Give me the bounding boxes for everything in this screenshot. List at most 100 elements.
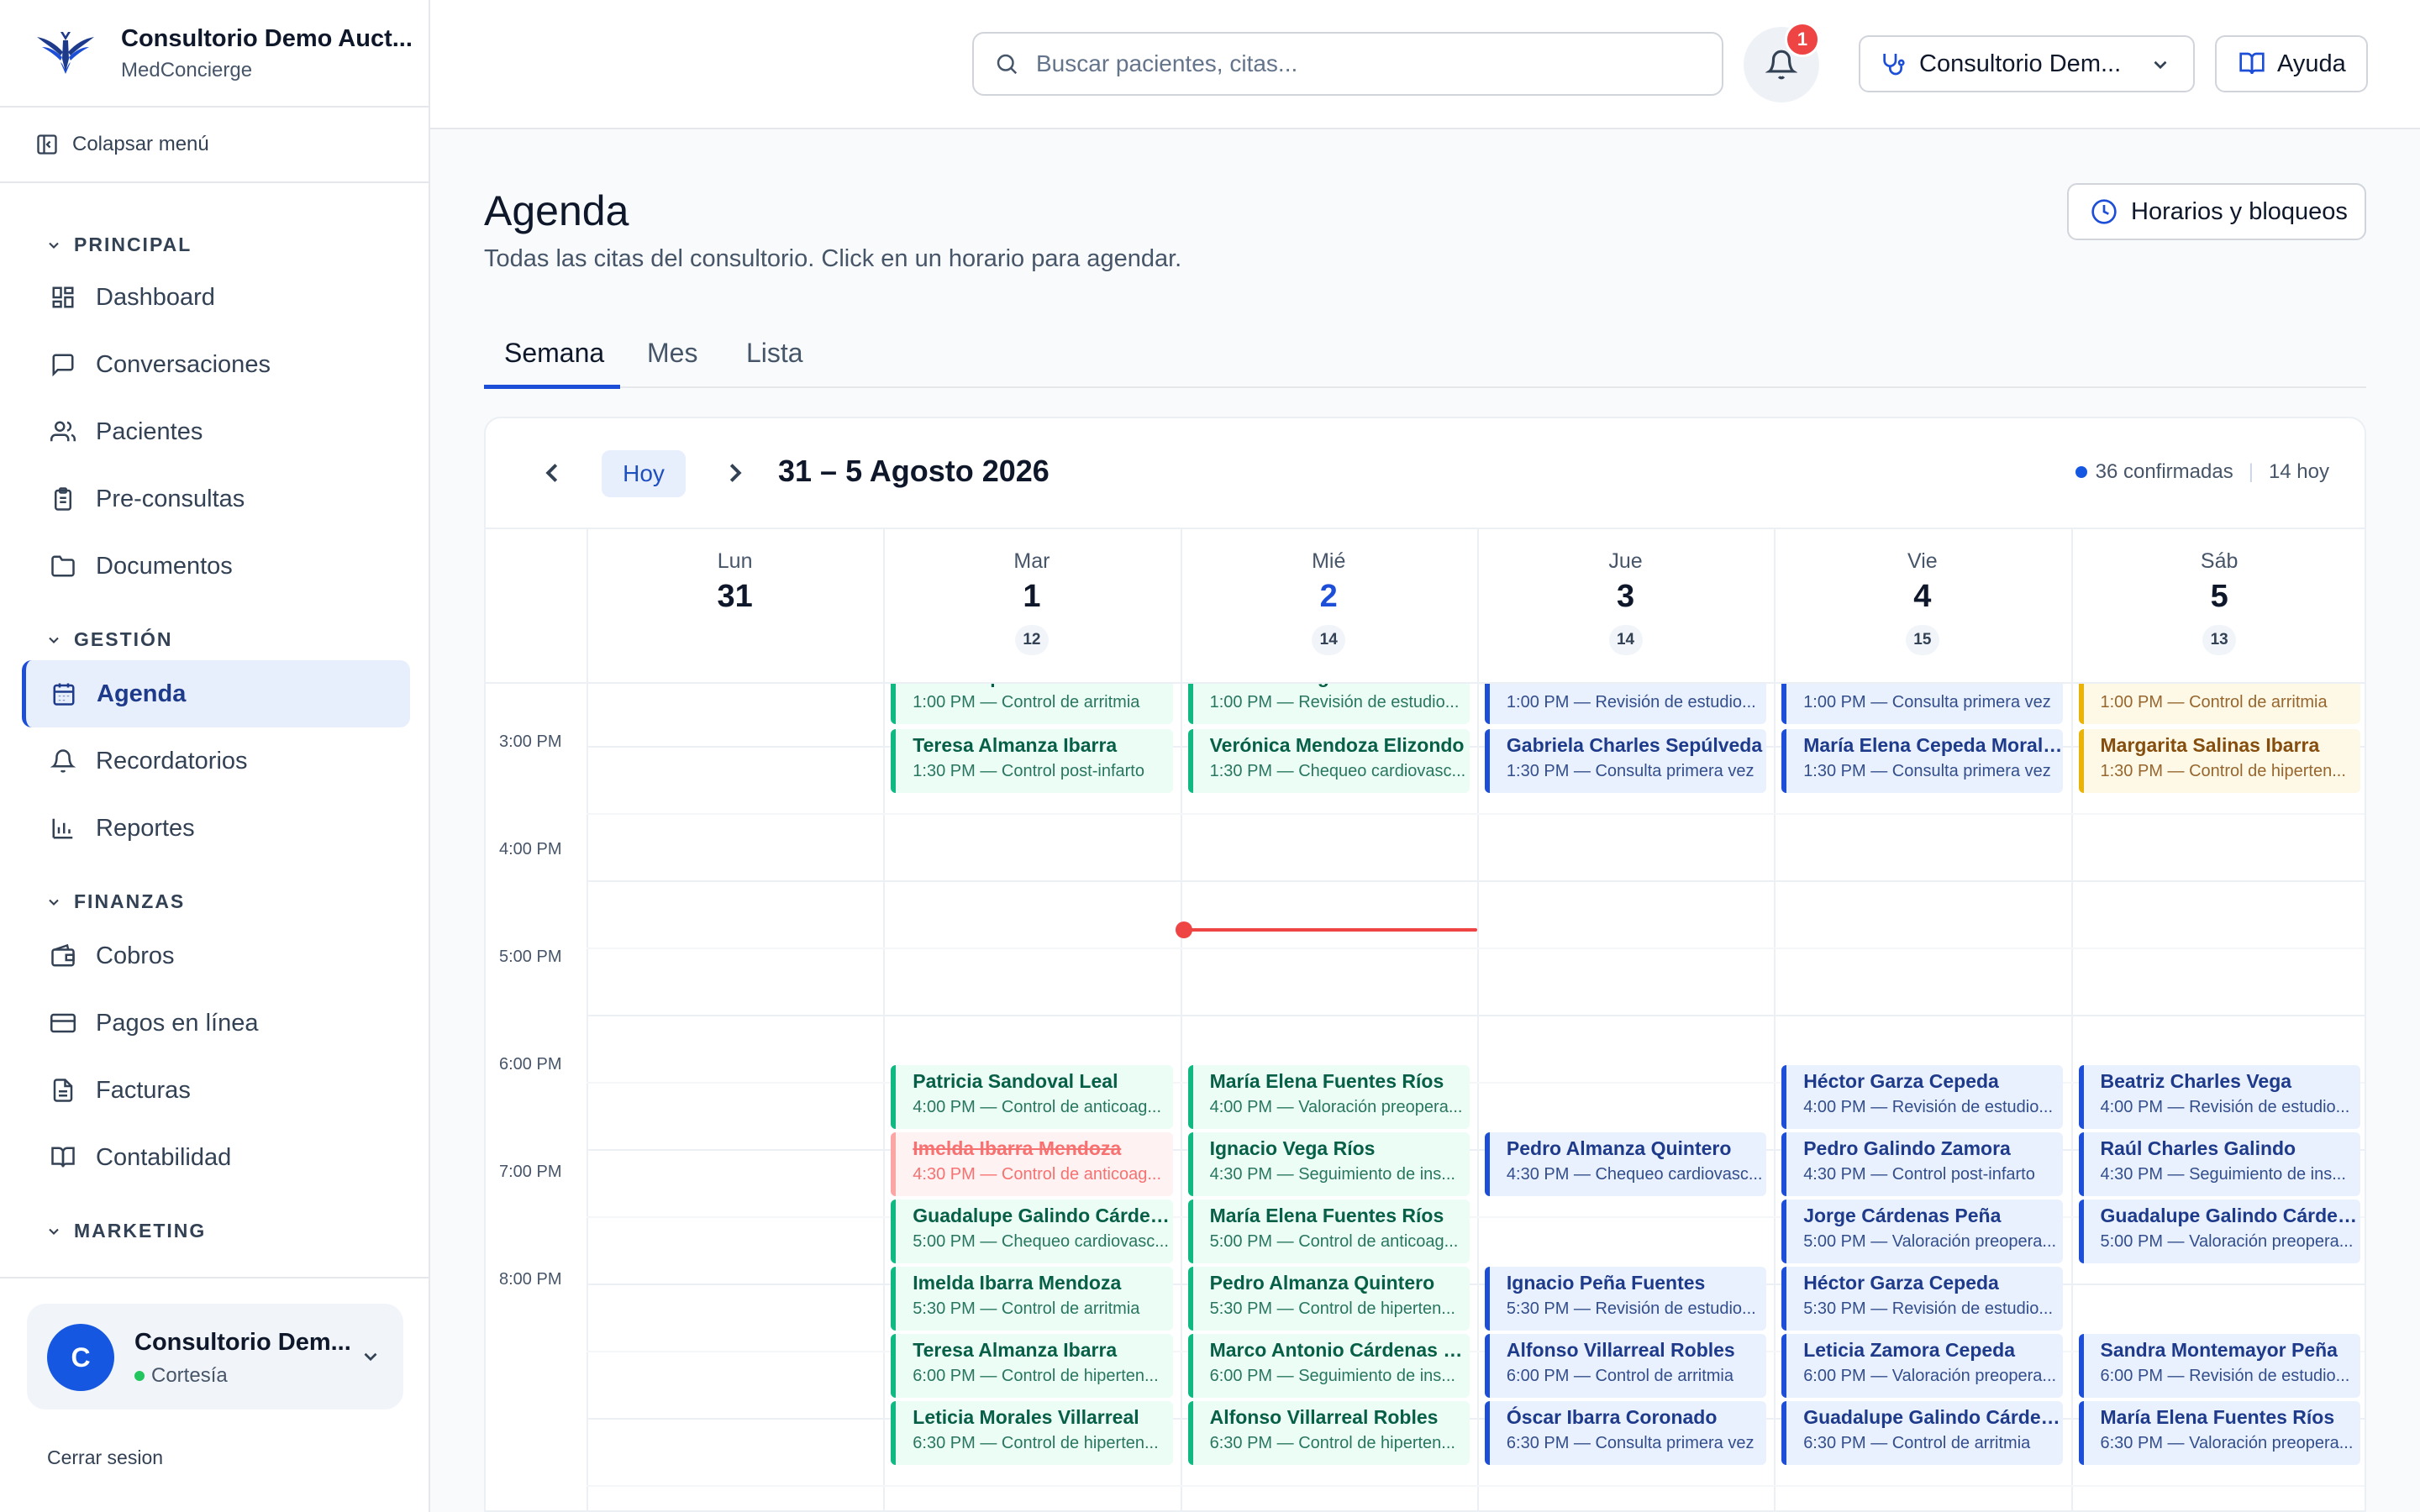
confirmed-count: 36 confirmadas — [2095, 460, 2233, 483]
section-marketing-toggle[interactable]: MARKETING — [49, 1220, 206, 1242]
appointment-patient: Leticia Morales Villarreal — [913, 1406, 1139, 1428]
day-column-header[interactable]: Sáb 5 13 — [2071, 529, 2365, 685]
appointment-card[interactable]: Pedro Almanza Quintero 4:30 PM — Chequeo … — [1484, 1132, 1767, 1196]
sidebar-item-cobros[interactable]: Cobros — [22, 922, 410, 990]
appointment-card[interactable]: Sandra Montemayor Peña 6:00 PM — Revisión… — [2078, 1334, 2360, 1398]
appointment-detail: 4:00 PM — Valoración preopera... — [1209, 1098, 1463, 1116]
appointment-card[interactable]: Héctor Garza Cepeda 5:30 PM — Revisión de… — [1781, 1267, 2064, 1331]
appointment-card[interactable]: Verónica Mendoza Elizondo 1:30 PM — Chequ… — [1187, 729, 1470, 793]
appointment-patient: Carmen Villarreal Soto — [2101, 684, 2360, 688]
appointment-card[interactable]: Francisco Ibarra Salinas 1:00 PM — Consul… — [1781, 684, 2064, 724]
day-appointment-count: 12 — [1014, 625, 1049, 655]
status-dot — [134, 1371, 145, 1381]
appointment-card[interactable]: Gabriela Charles Sepúlveda 1:30 PM — Cons… — [1484, 729, 1767, 793]
wallet-icon — [51, 943, 75, 967]
appointment-card[interactable]: Guadalupe Galindo Cárdenas 6:30 PM — Cont… — [1781, 1401, 2064, 1465]
search-box[interactable] — [972, 32, 1723, 96]
search-input[interactable] — [1036, 50, 1691, 77]
page-title: Agenda — [484, 187, 629, 234]
appointment-card[interactable]: Guadalupe Galindo Cárdenas 5:00 PM — Valo… — [2078, 1200, 2360, 1263]
sidebar-nav: PRINCIPAL Dashboard Conversaciones Pacie… — [0, 183, 430, 1277]
appointment-card[interactable]: Teresa Almanza Ibarra 6:00 PM — Control d… — [891, 1334, 1173, 1398]
sidebar-item-agenda[interactable]: Agenda — [22, 660, 410, 727]
appointment-detail: 1:30 PM — Consulta primera vez — [1803, 762, 2051, 780]
appointment-card[interactable]: María Elena Fuentes Ríos 5:00 PM — Contro… — [1187, 1200, 1470, 1263]
today-button[interactable]: Hoy — [602, 450, 686, 497]
appointment-card[interactable]: María Elena Charles Ríos 1:00 PM — Revisi… — [1484, 684, 1767, 724]
time-slot-line — [587, 948, 2365, 949]
appointment-patient: Guadalupe Galindo Cárdenas — [913, 1205, 1173, 1226]
sidebar-item-pre-consultas[interactable]: Pre-consultas — [22, 465, 410, 533]
sidebar-item-reportes[interactable]: Reportes — [22, 795, 410, 862]
appointment-card[interactable]: María Elena Fuentes Ríos 4:00 PM — Valora… — [1187, 1065, 1470, 1129]
time-label: 5:00 PM — [499, 948, 562, 966]
day-name: Jue — [1608, 549, 1643, 573]
appointment-patient: Leticia Zamora Cepeda — [1803, 1339, 2015, 1361]
sidebar-item-documentos[interactable]: Documentos — [22, 533, 410, 600]
logout-link[interactable]: Cerrar sesion — [47, 1446, 163, 1469]
sidebar-item-pacientes[interactable]: Pacientes — [22, 398, 410, 465]
schedule-blocks-button[interactable]: Horarios y bloqueos — [2067, 183, 2366, 240]
sidebar-item-dashboard[interactable]: Dashboard — [22, 264, 410, 331]
sidebar-item-facturas[interactable]: Facturas — [22, 1057, 410, 1124]
appointment-patient: Pedro Almanza Quintero — [1506, 1137, 1732, 1159]
appointment-card[interactable]: Héctor Garza Cepeda 4:00 PM — Revisión de… — [1781, 1065, 2064, 1129]
sidebar-item-conversaciones[interactable]: Conversaciones — [22, 331, 410, 398]
appointment-card[interactable]: María Elena Fuentes Ríos 6:30 PM — Valora… — [2078, 1401, 2360, 1465]
appointment-card[interactable]: Óscar Ibarra Coronado 6:30 PM — Consulta … — [1484, 1401, 1767, 1465]
sidebar-item-contabilidad[interactable]: Contabilidad — [22, 1124, 410, 1191]
appointment-detail: 6:00 PM — Control de hiperten... — [913, 1367, 1159, 1385]
appointment-detail: 6:00 PM — Seguimiento de ins... — [1209, 1367, 1455, 1385]
tab-mes[interactable]: Mes — [647, 338, 697, 369]
appointment-card[interactable]: Pedro Galindo Zamora 4:30 PM — Control po… — [1781, 1132, 2064, 1196]
day-column-header[interactable]: Lun 31 — [587, 529, 883, 685]
help-button[interactable]: Ayuda — [2215, 35, 2368, 92]
appointment-card[interactable]: Pedro Almanza Quintero 5:30 PM — Control … — [1187, 1267, 1470, 1331]
clinic-selector[interactable]: Consultorio Dem... — [1859, 35, 2195, 92]
day-column-header[interactable]: Mar 1 12 — [883, 529, 1180, 685]
appointment-card[interactable]: Ignacio Peña Fuentes 5:30 PM — Revisión d… — [1484, 1267, 1767, 1331]
appointment-card[interactable]: Marco Antonio Cárdenas C... 6:00 PM — Seg… — [1187, 1334, 1470, 1398]
sidebar-item-recordatorios[interactable]: Recordatorios — [22, 727, 410, 795]
appointment-card[interactable]: José Luis Aguirre Charles 1:00 PM — Revis… — [1187, 684, 1470, 724]
time-slot-line — [587, 1015, 2365, 1016]
appointment-card[interactable]: Leticia Zamora Cepeda 6:00 PM — Valoració… — [1781, 1334, 2064, 1398]
appointment-patient: Marco Antonio Cárdenas C... — [1209, 1339, 1470, 1361]
appointment-card[interactable]: Carmen Villarreal Soto 1:00 PM — Control … — [2078, 684, 2360, 724]
appointment-card[interactable]: María Elena Cepeda Morales 1:30 PM — Cons… — [1781, 729, 2064, 793]
appointment-card[interactable]: Alfonso Villarreal Robles 6:30 PM — Contr… — [1187, 1401, 1470, 1465]
section-principal-toggle[interactable]: PRINCIPAL — [49, 234, 192, 256]
appointment-card[interactable]: Ignacio Vega Ríos 4:30 PM — Seguimiento d… — [1187, 1132, 1470, 1196]
appointment-card[interactable]: Teresa Almanza Ibarra 1:30 PM — Control p… — [891, 729, 1173, 793]
day-column-header[interactable]: Vie 4 15 — [1774, 529, 2070, 685]
appointment-card[interactable]: Beatriz Charles Vega 4:00 PM — Revisión d… — [2078, 1065, 2360, 1129]
appointment-card[interactable]: Patricia Sandoval Leal 4:00 PM — Control … — [891, 1065, 1173, 1129]
appointment-card[interactable]: Leticia Morales Villarreal 6:30 PM — Cont… — [891, 1401, 1173, 1465]
appointment-card[interactable]: Imelda Ibarra Mendoza 4:30 PM — Control d… — [891, 1132, 1173, 1196]
appointment-detail: 1:30 PM — Chequeo cardiovasc... — [1209, 762, 1466, 780]
appointment-card[interactable]: Guadalupe Treviño Morales 1:00 PM — Contr… — [891, 684, 1173, 724]
appointment-card[interactable]: Guadalupe Galindo Cárdenas 5:00 PM — Cheq… — [891, 1200, 1173, 1263]
tab-semana[interactable]: Semana — [504, 338, 604, 369]
day-column-header[interactable]: Mié 2 14 — [1181, 529, 1477, 685]
account-switcher[interactable]: C Consultorio Dem... Cortesía — [27, 1304, 403, 1410]
section-finanzas-toggle[interactable]: FINANZAS — [49, 890, 185, 913]
appointment-patient: Ignacio Peña Fuentes — [1506, 1272, 1706, 1294]
appointment-card[interactable]: Raúl Charles Galindo 4:30 PM — Seguimient… — [2078, 1132, 2360, 1196]
appointment-card[interactable]: Alfonso Villarreal Robles 6:00 PM — Contr… — [1484, 1334, 1767, 1398]
collapse-menu-button[interactable]: Colapsar menú — [0, 108, 430, 183]
section-gestion-toggle[interactable]: GESTIÓN — [49, 628, 173, 651]
appointment-detail: 5:00 PM — Chequeo cardiovasc... — [913, 1232, 1169, 1251]
day-column-header[interactable]: Jue 3 14 — [1477, 529, 1774, 685]
brand-header[interactable]: Consultorio Demo Auct... MedConcierge — [0, 0, 430, 108]
appointment-card[interactable]: Imelda Ibarra Mendoza 5:30 PM — Control d… — [891, 1267, 1173, 1331]
tab-lista[interactable]: Lista — [746, 338, 803, 369]
appointment-card[interactable]: Jorge Cárdenas Peña 5:00 PM — Valoración … — [1781, 1200, 2064, 1263]
appointment-detail: 1:00 PM — Consulta primera vez — [1803, 693, 2051, 711]
sidebar-item-pagos-en-linea[interactable]: Pagos en línea — [22, 990, 410, 1057]
appointment-card[interactable]: Margarita Salinas Ibarra 1:30 PM — Contro… — [2078, 729, 2360, 793]
day-number: 31 — [717, 579, 753, 614]
appointment-patient: Teresa Almanza Ibarra — [913, 734, 1118, 756]
chevron-right-icon[interactable] — [719, 457, 751, 489]
chevron-left-icon[interactable] — [536, 457, 568, 489]
